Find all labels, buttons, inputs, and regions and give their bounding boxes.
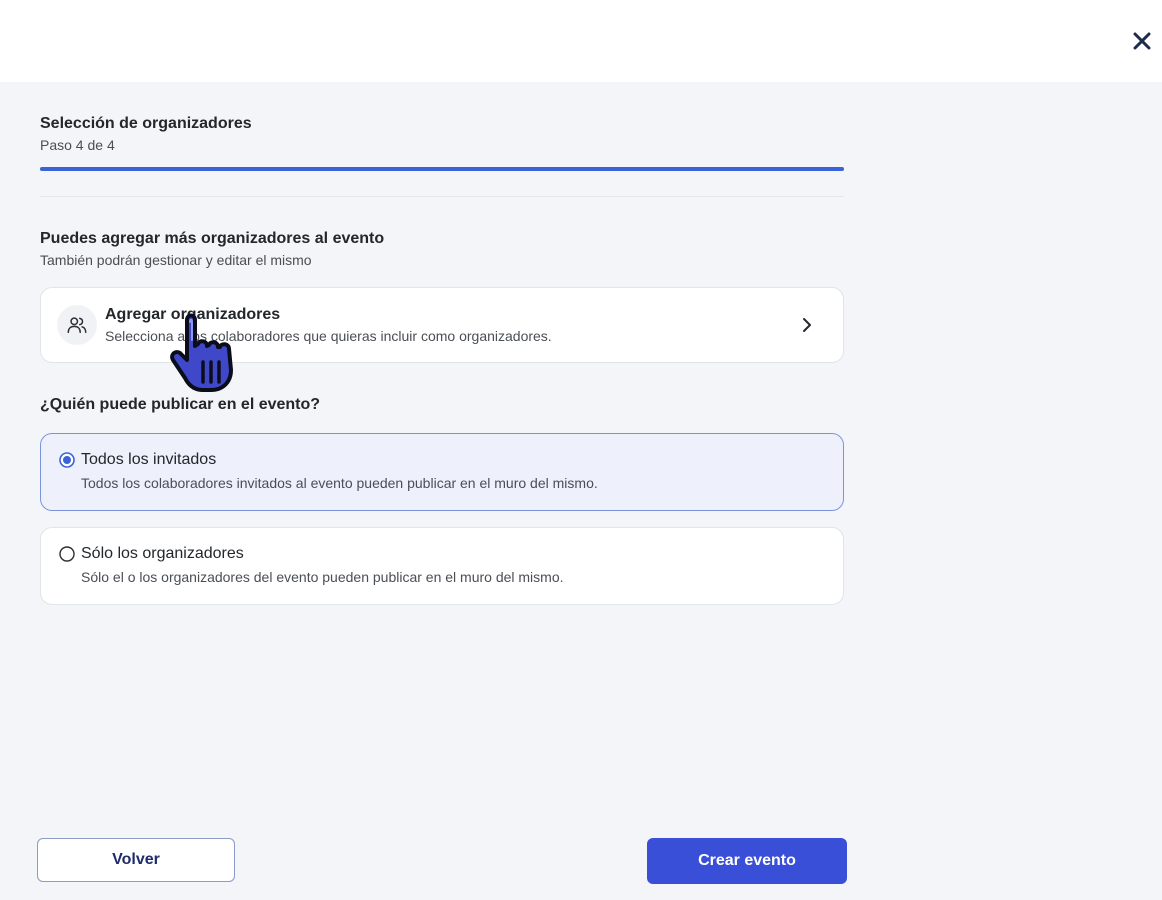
option-title: Todos los invitados — [81, 451, 217, 468]
back-button[interactable]: Volver — [37, 838, 235, 882]
users-icon-wrapper — [57, 305, 97, 345]
radio-unselected-icon[interactable] — [59, 546, 75, 562]
divider — [40, 196, 844, 197]
add-organizers-card[interactable]: Agregar organizadores Selecciona a los c… — [40, 287, 844, 363]
organizers-section-subtitle: También podrán gestionar y editar el mis… — [40, 252, 312, 268]
top-bar — [0, 0, 1162, 82]
progress-fill — [40, 167, 844, 171]
close-icon — [1133, 32, 1151, 50]
chevron-right-icon — [803, 318, 811, 332]
option-all-guests[interactable]: Todos los invitados Todos los colaborado… — [40, 433, 844, 511]
radio-selected-icon[interactable] — [59, 452, 75, 468]
users-icon — [67, 317, 87, 334]
publish-question: ¿Quién puede publicar en el evento? — [40, 396, 321, 413]
create-event-button[interactable]: Crear evento — [647, 838, 847, 884]
option-title: Sólo los organizadores — [81, 545, 244, 562]
option-subtitle: Todos los colaboradores invitados al eve… — [81, 475, 598, 491]
close-button[interactable] — [1128, 27, 1156, 55]
option-subtitle: Sólo el o los organizadores del evento p… — [81, 569, 564, 585]
organizers-section-title: Puedes agregar más organizadores al even… — [40, 230, 385, 247]
step-title: Selección de organizadores — [40, 115, 252, 132]
add-organizers-subtitle: Selecciona a los colaboradores que quier… — [105, 328, 552, 344]
progress-bar — [40, 167, 844, 171]
option-organizers-only[interactable]: Sólo los organizadores Sólo el o los org… — [40, 527, 844, 605]
add-organizers-title: Agregar organizadores — [105, 306, 281, 323]
step-counter: Paso 4 de 4 — [40, 137, 115, 153]
